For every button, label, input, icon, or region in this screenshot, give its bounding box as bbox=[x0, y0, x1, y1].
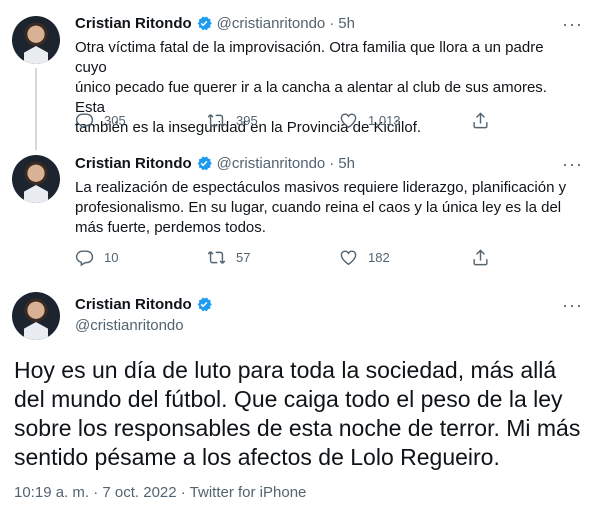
reply-icon bbox=[75, 250, 94, 267]
author-name[interactable]: Cristian Ritondo bbox=[75, 296, 192, 313]
tweet-text-line: sentido pésame a los afectos de Lolo Reg… bbox=[14, 444, 500, 470]
more-options-icon[interactable]: ··· bbox=[562, 295, 583, 316]
tweet-text-line: sobre los responsables de esta noche de … bbox=[14, 415, 581, 441]
heart-icon bbox=[340, 250, 357, 266]
heart-icon bbox=[340, 113, 357, 129]
tweet-meta[interactable]: 10:19 a. m. · 7 oct. 2022 · Twitter for … bbox=[14, 484, 306, 501]
tweet-header: Cristian Ritondo bbox=[75, 295, 217, 313]
verified-badge-icon bbox=[197, 156, 212, 171]
retweet-icon bbox=[207, 114, 226, 127]
more-options-icon[interactable]: ··· bbox=[562, 14, 583, 35]
share-icon bbox=[473, 249, 488, 266]
tweet-text-line: más fuerte, perdemos todos. bbox=[75, 219, 266, 236]
tweet-timestamp[interactable]: 5h bbox=[338, 15, 355, 32]
like-button[interactable]: 182 bbox=[339, 248, 471, 267]
tweet-text: La realización de espectáculos masivos r… bbox=[75, 178, 575, 238]
more-options-icon[interactable]: ··· bbox=[562, 154, 583, 175]
tweet-text-line: La realización de espectáculos masivos r… bbox=[75, 179, 567, 196]
reply-button[interactable]: 305 bbox=[75, 111, 207, 130]
retweet-count: 57 bbox=[236, 250, 251, 265]
verified-badge-icon bbox=[197, 297, 212, 312]
verified-badge-icon bbox=[197, 16, 212, 31]
avatar[interactable] bbox=[12, 16, 60, 64]
author-name[interactable]: Cristian Ritondo bbox=[75, 155, 192, 172]
avatar[interactable] bbox=[12, 292, 60, 340]
tweet-actions: 10 57 182 bbox=[75, 248, 603, 267]
tweet-text-line: profesionalismo. En su lugar, cuando rei… bbox=[75, 199, 562, 216]
reply-icon bbox=[75, 113, 94, 130]
thread-line bbox=[35, 68, 37, 150]
retweet-button[interactable]: 57 bbox=[207, 248, 339, 267]
tweet-header: Cristian Ritondo @cristianritondo · 5h bbox=[75, 14, 355, 32]
main-tweet-text: Hoy es un día de luto para toda la socie… bbox=[14, 356, 594, 472]
avatar[interactable] bbox=[12, 155, 60, 203]
reply-count: 305 bbox=[104, 113, 126, 128]
author-handle[interactable]: @cristianritondo bbox=[217, 155, 326, 172]
tweet-timestamp[interactable]: 5h bbox=[338, 155, 355, 172]
retweet-count: 395 bbox=[236, 113, 258, 128]
like-count: 1.013 bbox=[368, 113, 401, 128]
reply-button[interactable]: 10 bbox=[75, 248, 207, 267]
tweet-text-line: Otra víctima fatal de la improvisación. … bbox=[75, 39, 544, 76]
like-count: 182 bbox=[368, 250, 390, 265]
separator-dot: · bbox=[329, 154, 335, 172]
author-handle[interactable]: @cristianritondo bbox=[217, 15, 326, 32]
share-button[interactable] bbox=[471, 248, 603, 267]
tweet-actions: 305 395 1.013 bbox=[75, 111, 603, 130]
like-button[interactable]: 1.013 bbox=[339, 111, 471, 130]
tweet-text-line: Hoy es un día de luto para toda la socie… bbox=[14, 357, 557, 383]
retweet-icon bbox=[207, 251, 226, 264]
author-name[interactable]: Cristian Ritondo bbox=[75, 15, 192, 32]
separator-dot: · bbox=[329, 14, 335, 32]
retweet-button[interactable]: 395 bbox=[207, 111, 339, 130]
share-icon bbox=[473, 112, 488, 129]
tweet-text-line: del mundo del fútbol. Que caiga todo el … bbox=[14, 386, 563, 412]
reply-count: 10 bbox=[104, 250, 119, 265]
share-button[interactable] bbox=[471, 111, 603, 130]
author-handle[interactable]: @cristianritondo bbox=[75, 317, 184, 334]
tweet-header: Cristian Ritondo @cristianritondo · 5h bbox=[75, 154, 355, 172]
